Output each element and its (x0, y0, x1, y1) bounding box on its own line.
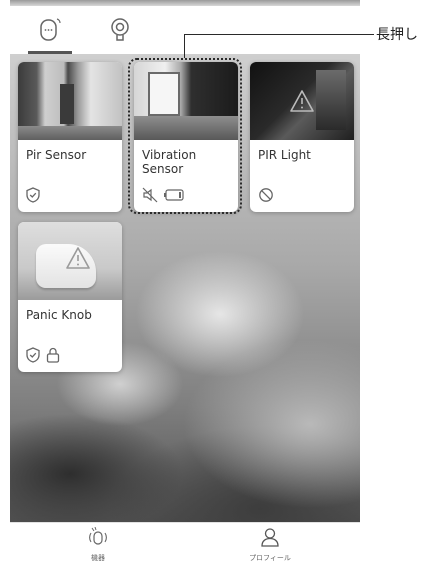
camera-device-icon (111, 18, 129, 41)
nav-profile-label: プロフィール (249, 554, 291, 562)
device-image (250, 62, 354, 140)
device-card-pir-sensor[interactable]: Pir Sensor (18, 62, 122, 212)
nav-devices[interactable]: 機器 (58, 526, 138, 563)
device-image (18, 62, 122, 140)
profile-icon (261, 528, 279, 547)
prohibited-icon (259, 188, 273, 202)
bottom-navigation: 機器 プロフィール (10, 522, 360, 565)
tab-cameras[interactable] (102, 12, 138, 48)
warning-icon (290, 90, 314, 112)
device-name: PIR Light (258, 148, 311, 162)
shield-check-icon (26, 347, 40, 363)
callout-leader-line (184, 34, 374, 58)
devices-nav-icon (89, 526, 107, 545)
device-name: Pir Sensor (26, 148, 87, 162)
tab-sensors[interactable] (28, 12, 72, 54)
lock-icon (46, 347, 60, 363)
nav-profile[interactable]: プロフィール (230, 527, 310, 563)
nav-devices-label: 機器 (91, 554, 105, 562)
device-card-panic-knob[interactable]: Panic Knob (18, 222, 122, 372)
status-strip (10, 0, 360, 6)
device-status-icons (26, 187, 40, 203)
warning-icon (66, 247, 91, 269)
sensor-device-icon (40, 18, 61, 41)
device-status-icons (26, 347, 60, 363)
long-press-highlight (128, 58, 242, 214)
callout-label: 長押し (376, 27, 418, 43)
shield-check-icon (26, 187, 40, 203)
device-image (18, 222, 122, 300)
device-card-pir-light[interactable]: PIR Light (250, 62, 354, 212)
device-status-icons (258, 187, 274, 203)
device-name: Panic Knob (26, 308, 92, 322)
